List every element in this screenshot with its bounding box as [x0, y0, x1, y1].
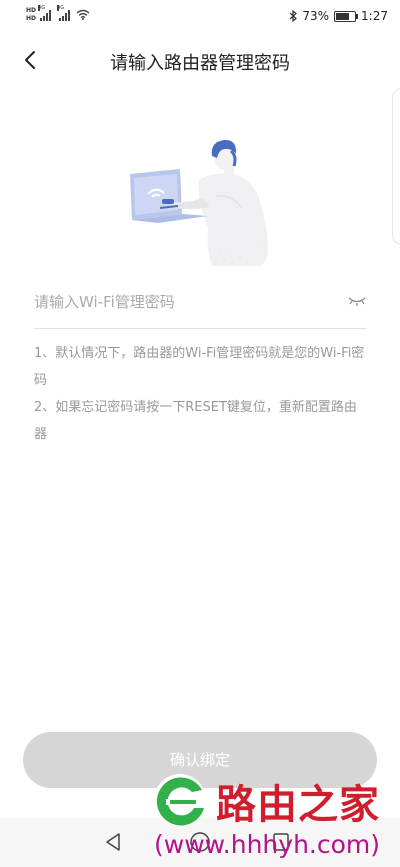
hd-label-bottom: HD: [26, 15, 37, 22]
signal-icon-2: 4G: [57, 4, 71, 21]
wifi-icon: [76, 9, 90, 20]
eye-closed-icon: [348, 297, 366, 306]
side-panel-peek[interactable]: [392, 88, 400, 245]
network-label-2: 4G: [57, 4, 65, 11]
watermark: 路由之家 (www.hhhyh.com): [150, 768, 400, 867]
watermark-url: (www.hhhyh.com): [154, 830, 381, 859]
page-title: 请输入路由器管理密码: [110, 53, 290, 74]
input-underline: [34, 328, 367, 329]
user-laptop-illustration: [130, 139, 269, 266]
battery-percent: 73%: [302, 9, 330, 23]
clock: 1:27: [361, 9, 388, 23]
battery-icon: [334, 10, 359, 22]
hint-reset: 2、如果忘记密码请按一下RESET键复位，重新配置路由器: [34, 400, 357, 442]
hd-indicator: HD HD: [26, 7, 36, 22]
signal-icon: 4G: [38, 4, 52, 21]
bluetooth-icon: [289, 10, 298, 22]
watermark-logo-icon: [154, 774, 206, 826]
hint-default-password: 1、默认情况下，路由器的Wi-Fi管理密码就是您的Wi-Fi密码: [34, 346, 365, 388]
status-bar: HD HD 4G 4G 73% 1:27: [0, 0, 400, 34]
watermark-brand: 路由之家: [216, 782, 380, 828]
hd-label-top: HD: [26, 7, 37, 14]
battery-fill: [336, 12, 350, 20]
network-label-1: 4G: [38, 4, 46, 11]
status-right: 73% 1:27: [289, 9, 388, 23]
wifi-password-input[interactable]: [34, 286, 334, 318]
status-left: HD HD 4G 4G: [26, 4, 90, 22]
nav-back-icon[interactable]: [104, 832, 122, 852]
password-visibility-toggle[interactable]: [346, 293, 368, 309]
